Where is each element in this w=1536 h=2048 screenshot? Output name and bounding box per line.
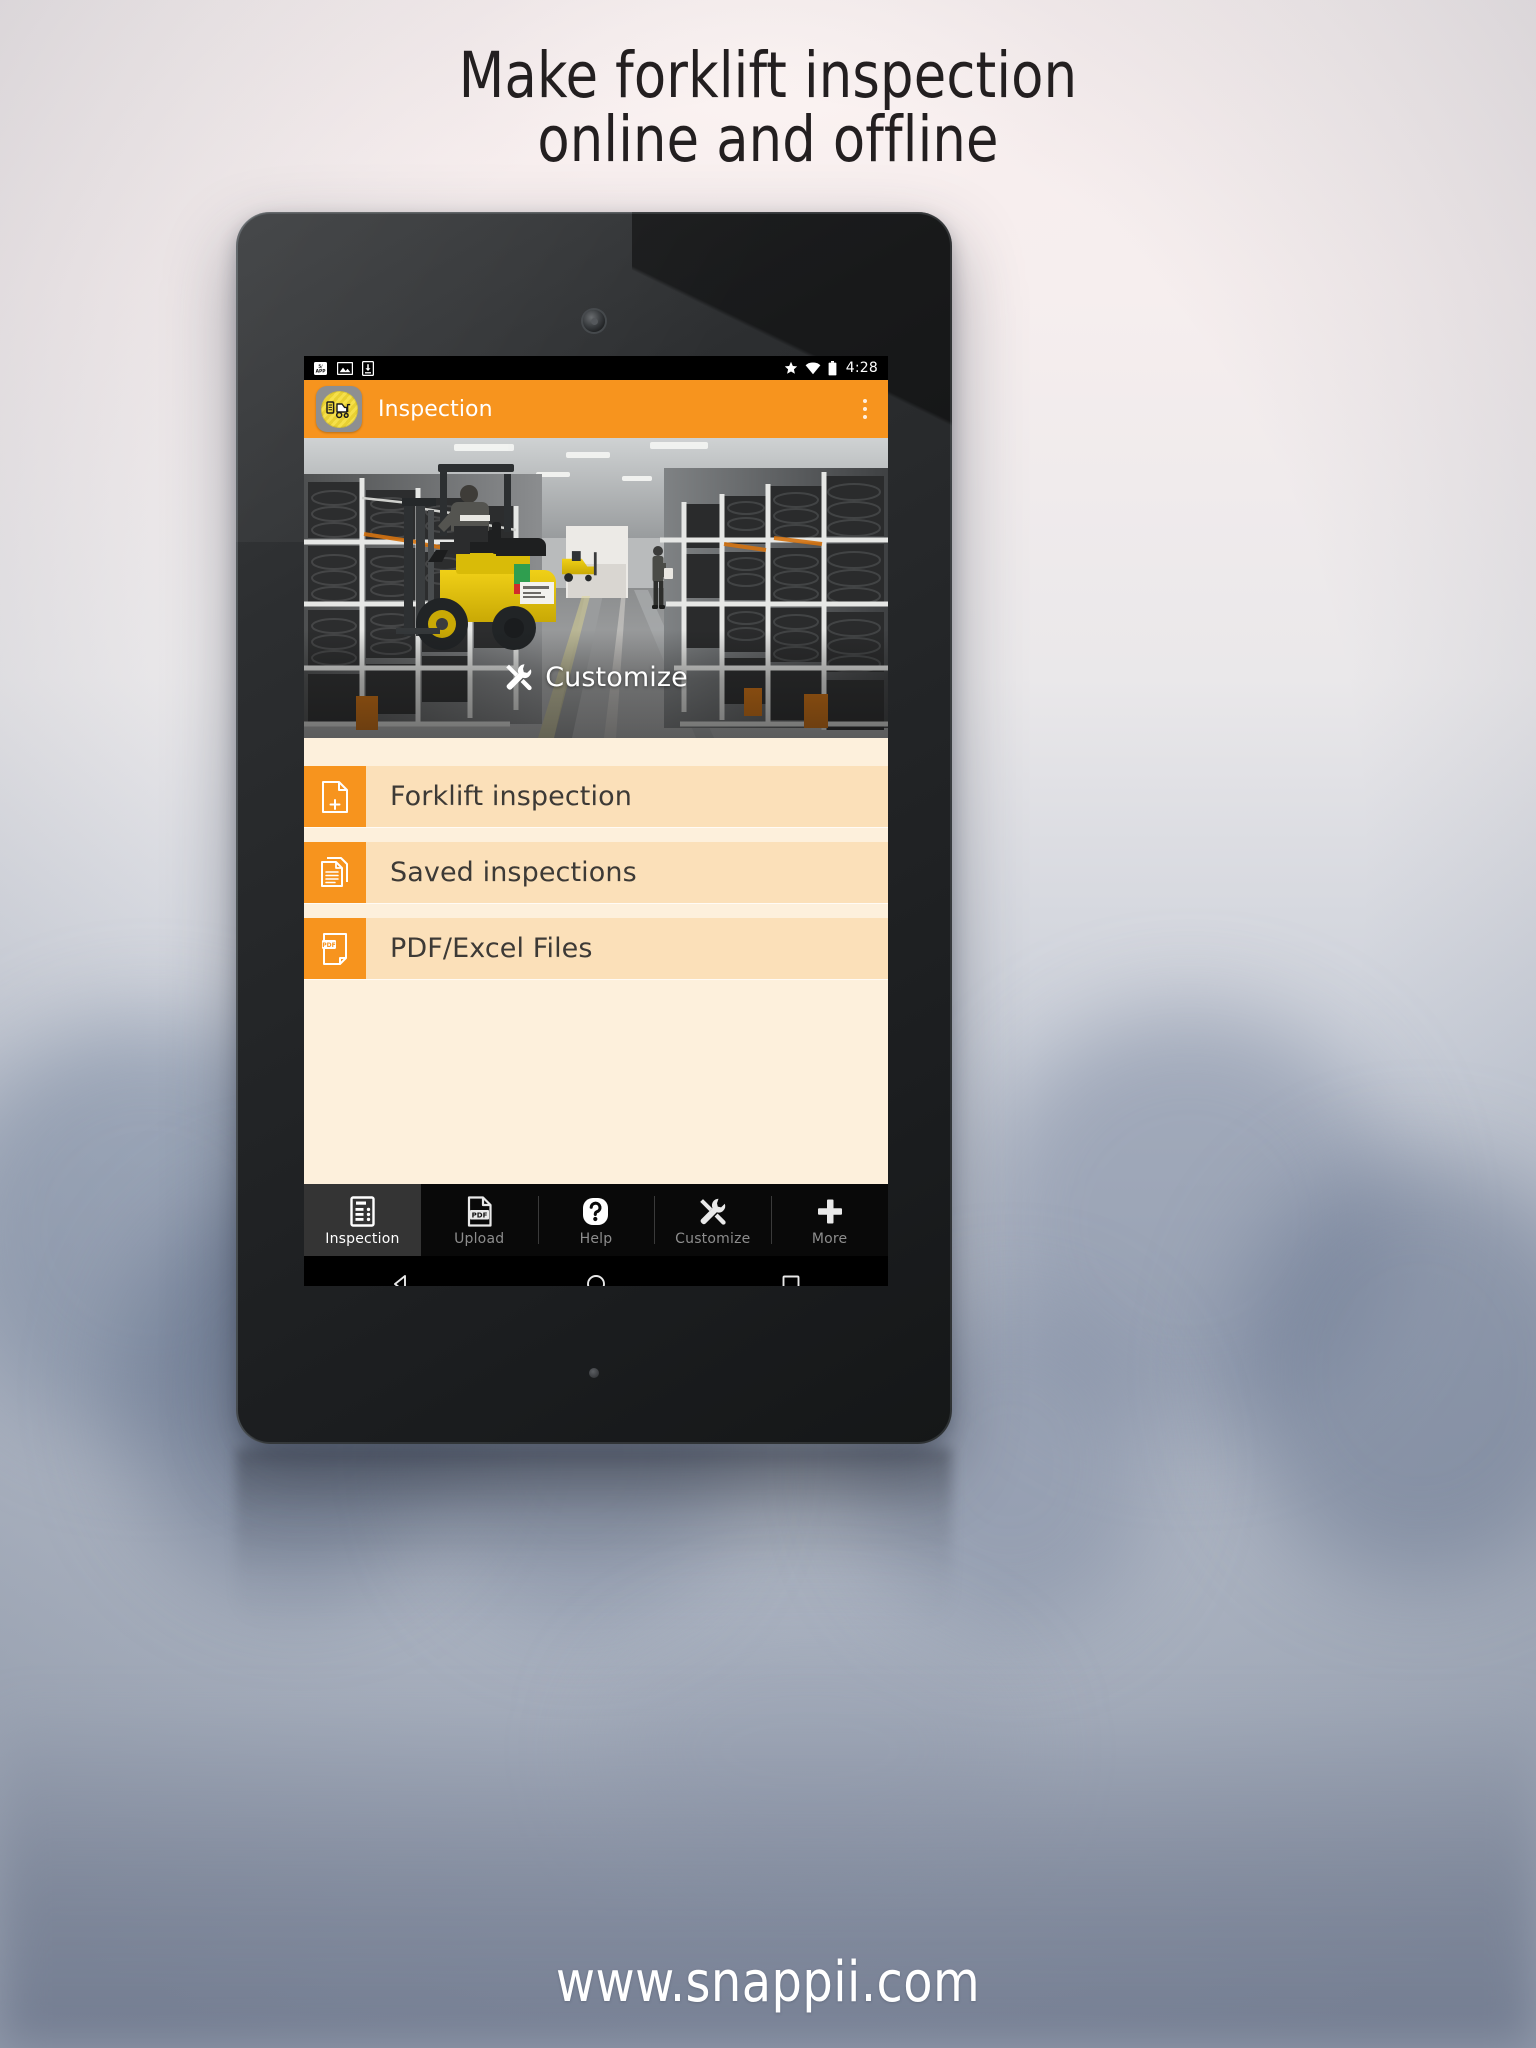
download-icon bbox=[362, 360, 374, 376]
main-menu-list: Forklift inspection Saved inspections PD… bbox=[304, 738, 888, 1184]
pdf-file-icon: PDF bbox=[304, 918, 366, 979]
plus-icon bbox=[815, 1195, 845, 1227]
menu-item-pdf-excel-files[interactable]: PDF PDF/Excel Files bbox=[304, 918, 888, 979]
status-bar-right-icons: 4:28 bbox=[784, 360, 878, 376]
tools-icon bbox=[506, 664, 532, 691]
customize-label: Customize bbox=[545, 661, 688, 693]
recents-square-icon[interactable] bbox=[755, 1256, 827, 1286]
bottom-tab-bar: Inspection PDF Upload Help Customize Mor… bbox=[304, 1184, 888, 1256]
battery-icon bbox=[828, 360, 837, 375]
app-notification-icon: 5/ APP bbox=[314, 361, 327, 375]
menu-item-forklift-inspection[interactable]: Forklift inspection bbox=[304, 766, 888, 827]
menu-item-label: PDF/Excel Files bbox=[390, 933, 593, 964]
device-reflection bbox=[236, 1448, 952, 1628]
tab-label: Customize bbox=[675, 1230, 751, 1247]
back-triangle-icon[interactable] bbox=[365, 1256, 437, 1286]
app-bar-title: Inspection bbox=[378, 396, 493, 422]
question-mark-icon bbox=[581, 1195, 610, 1227]
tab-upload[interactable]: PDF Upload bbox=[421, 1184, 538, 1256]
overflow-menu-icon[interactable] bbox=[852, 389, 878, 429]
tab-label: Upload bbox=[454, 1230, 505, 1247]
page-headline: Make forklift inspection online and offl… bbox=[54, 43, 1482, 177]
footer-website-url: www.snappii.com bbox=[555, 1950, 981, 2015]
device-screen: 5/ APP 4:28 Inspection Customize Forklif… bbox=[304, 356, 888, 1286]
tab-label: Inspection bbox=[325, 1230, 400, 1247]
menu-item-label: Forklift inspection bbox=[390, 781, 632, 812]
tab-more[interactable]: More bbox=[771, 1184, 888, 1256]
app-bar: Inspection bbox=[304, 380, 888, 438]
forklift-inspection-app-icon bbox=[316, 386, 362, 432]
home-circle-icon[interactable] bbox=[560, 1256, 632, 1286]
svg-text:APP: APP bbox=[316, 368, 327, 374]
status-bar-clock: 4:28 bbox=[845, 360, 878, 376]
tab-customize[interactable]: Customize bbox=[654, 1184, 771, 1256]
customize-overlay[interactable]: Customize bbox=[304, 630, 888, 738]
document-add-icon bbox=[304, 766, 366, 827]
hero-banner[interactable]: Customize bbox=[304, 438, 888, 738]
wifi-icon bbox=[805, 361, 821, 374]
headline-line-2: online and offline bbox=[537, 103, 999, 177]
documents-stack-icon bbox=[304, 842, 366, 903]
star-icon bbox=[784, 361, 797, 374]
front-camera-icon bbox=[583, 310, 605, 332]
screenshot-icon bbox=[337, 361, 353, 375]
device-bottom-dot bbox=[589, 1368, 599, 1378]
menu-item-label: Saved inspections bbox=[390, 857, 637, 888]
status-bar-left-icons: 5/ APP bbox=[313, 360, 374, 376]
pdf-upload-icon: PDF bbox=[466, 1195, 493, 1227]
checklist-icon bbox=[349, 1195, 376, 1227]
tools-icon bbox=[698, 1195, 728, 1227]
status-bar: 5/ APP 4:28 bbox=[304, 356, 888, 380]
tablet-device: 5/ APP 4:28 Inspection Customize Forklif… bbox=[236, 212, 952, 1444]
forklift-clipboard-glyph bbox=[326, 401, 351, 419]
tab-label: More bbox=[811, 1230, 848, 1247]
tab-help[interactable]: Help bbox=[537, 1184, 655, 1256]
svg-text:PDF: PDF bbox=[471, 1211, 487, 1219]
tab-inspection[interactable]: Inspection bbox=[304, 1184, 421, 1256]
menu-item-saved-inspections[interactable]: Saved inspections bbox=[304, 842, 888, 903]
android-navigation-bar bbox=[304, 1256, 888, 1286]
tab-label: Help bbox=[579, 1230, 613, 1247]
headline-line-1: Make forklift inspection bbox=[458, 39, 1078, 112]
svg-text:PDF: PDF bbox=[322, 942, 335, 949]
